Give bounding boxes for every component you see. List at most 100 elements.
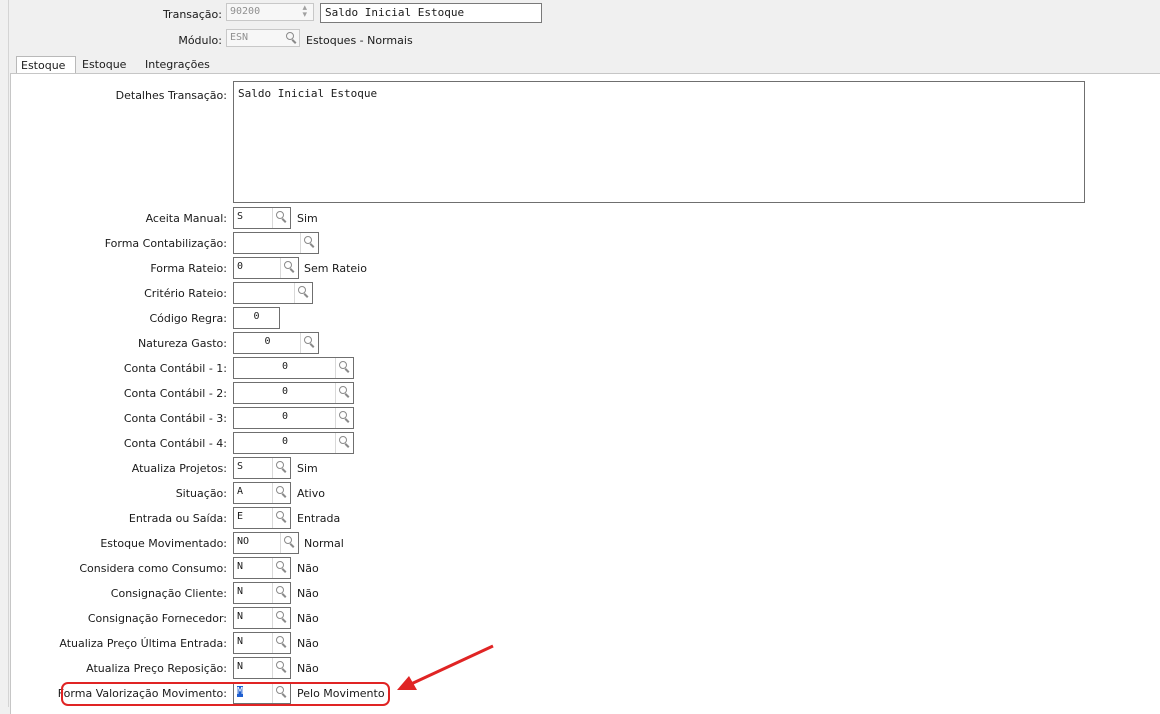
lookup-button[interactable] [280,258,298,278]
forma-rateio-desc: Sem Rateio [304,262,367,275]
consignacao-cliente-label: Consignação Cliente: [110,587,227,600]
considera-consumo-field[interactable]: N [233,557,291,579]
entrada-saida-field[interactable]: E [233,507,291,529]
field-value: S [237,211,244,222]
modulo-code-field[interactable]: ESN [226,29,300,47]
search-icon [339,361,350,375]
field-value: 0 [237,261,244,272]
criterio-rateio-field[interactable] [233,282,313,304]
search-icon[interactable] [286,32,297,46]
search-icon [276,486,287,500]
consignacao-cliente-field[interactable]: N [233,582,291,604]
aceita-manual-label: Aceita Manual: [145,212,227,225]
search-icon [276,586,287,600]
atualiza-preco-reposicao-label: Atualiza Preço Reposição: [86,662,227,675]
field-value: E [237,511,244,522]
search-icon [276,461,287,475]
natureza-gasto-field[interactable]: 0 [233,332,319,354]
conta-contabil-4-label: Conta Contábil - 4: [123,437,227,450]
lookup-button[interactable] [272,208,290,228]
detalhes-textarea[interactable]: Saldo Inicial Estoque [233,81,1085,203]
situacao-desc: Ativo [297,487,325,500]
search-icon [298,286,309,300]
lookup-button[interactable] [300,333,318,353]
atualiza-preco-ultima-entrada-field[interactable]: N [233,632,291,654]
lookup-button[interactable] [272,483,290,503]
estoque-movimentado-desc: Normal [304,537,344,550]
aceita-manual-field[interactable]: S [233,207,291,229]
spinner-icon[interactable]: ▴ ▾ [302,4,307,20]
forma-rateio-field[interactable]: 0 [233,257,299,279]
situacao-field[interactable]: A [233,482,291,504]
search-icon [339,411,350,425]
consignacao-fornecedor-field[interactable]: N [233,607,291,629]
search-icon [276,661,287,675]
lookup-button[interactable] [272,583,290,603]
considera-consumo-desc: Não [297,562,319,575]
search-icon [284,536,295,550]
conta-contabil-3-label: Conta Contábil - 3: [123,412,227,425]
criterio-rateio-label: Critério Rateio: [144,287,227,300]
modulo-code-value: ESN [230,32,249,43]
lookup-button[interactable] [272,458,290,478]
field-value: 0 [281,386,289,397]
lookup-button[interactable] [335,433,353,453]
conta-contabil-2-label: Conta Contábil - 2: [123,387,227,400]
field-value: 0 [281,411,289,422]
conta-contabil-3-field[interactable]: 0 [233,407,354,429]
lookup-button[interactable] [294,283,312,303]
field-value: N [237,561,244,572]
search-icon [276,511,287,525]
field-value: NO [237,536,250,547]
atualiza-projetos-field[interactable]: S [233,457,291,479]
field-value: A [237,486,244,497]
left-border [0,0,9,707]
atualiza-preco-ultima-entrada-desc: Não [297,637,319,650]
transacao-code-value: 90200 [230,6,261,17]
transacao-code-field[interactable]: 90200 ▴ ▾ [226,3,314,21]
lookup-button[interactable] [272,608,290,628]
search-icon [304,236,315,250]
atualiza-projetos-desc: Sim [297,462,318,475]
transacao-description-field[interactable]: Saldo Inicial Estoque [320,3,542,23]
entrada-saida-desc: Entrada [297,512,341,525]
forma-rateio-label: Forma Rateio: [150,262,227,275]
entrada-saida-label: Entrada ou Saída: [128,512,227,525]
lookup-button[interactable] [335,358,353,378]
aceita-manual-desc: Sim [297,212,318,225]
forma-contabilizacao-label: Forma Contabilização: [104,237,227,250]
forma-contabilizacao-field[interactable] [233,232,319,254]
atualiza-preco-ultima-entrada-label: Atualiza Preço Última Entrada: [59,637,227,650]
tab-estoque-2[interactable]: Estoque 2 [78,56,130,88]
estoque-movimentado-field[interactable]: NO [233,532,299,554]
search-icon [339,436,350,450]
conta-contabil-4-field[interactable]: 0 [233,432,354,454]
detalhes-label: Detalhes Transação: [115,89,227,102]
field-value: 0 [264,336,271,347]
atualiza-projetos-label: Atualiza Projetos: [131,462,227,475]
field-value: N [237,661,244,672]
considera-consumo-label: Considera como Consumo: [79,562,227,575]
consignacao-fornecedor-desc: Não [297,612,319,625]
red-arrow-icon [397,644,494,690]
conta-contabil-2-field[interactable]: 0 [233,382,354,404]
search-icon [276,636,287,650]
lookup-button[interactable] [300,233,318,253]
lookup-button[interactable] [272,633,290,653]
lookup-button[interactable] [272,558,290,578]
field-value: 0 [281,361,289,372]
codigo-regra-field[interactable]: 0 [233,307,280,329]
atualiza-preco-reposicao-field[interactable]: N [233,657,291,679]
natureza-gasto-label: Natureza Gasto: [137,337,227,350]
lookup-button[interactable] [280,533,298,553]
search-icon [276,211,287,225]
search-icon [284,261,295,275]
lookup-button[interactable] [335,408,353,428]
lookup-button[interactable] [272,658,290,678]
tab-integracoes[interactable]: Integrações [141,56,214,74]
field-value: N [237,611,244,622]
lookup-button[interactable] [272,508,290,528]
lookup-button[interactable] [335,383,353,403]
conta-contabil-1-field[interactable]: 0 [233,357,354,379]
field-value: S [237,461,244,472]
